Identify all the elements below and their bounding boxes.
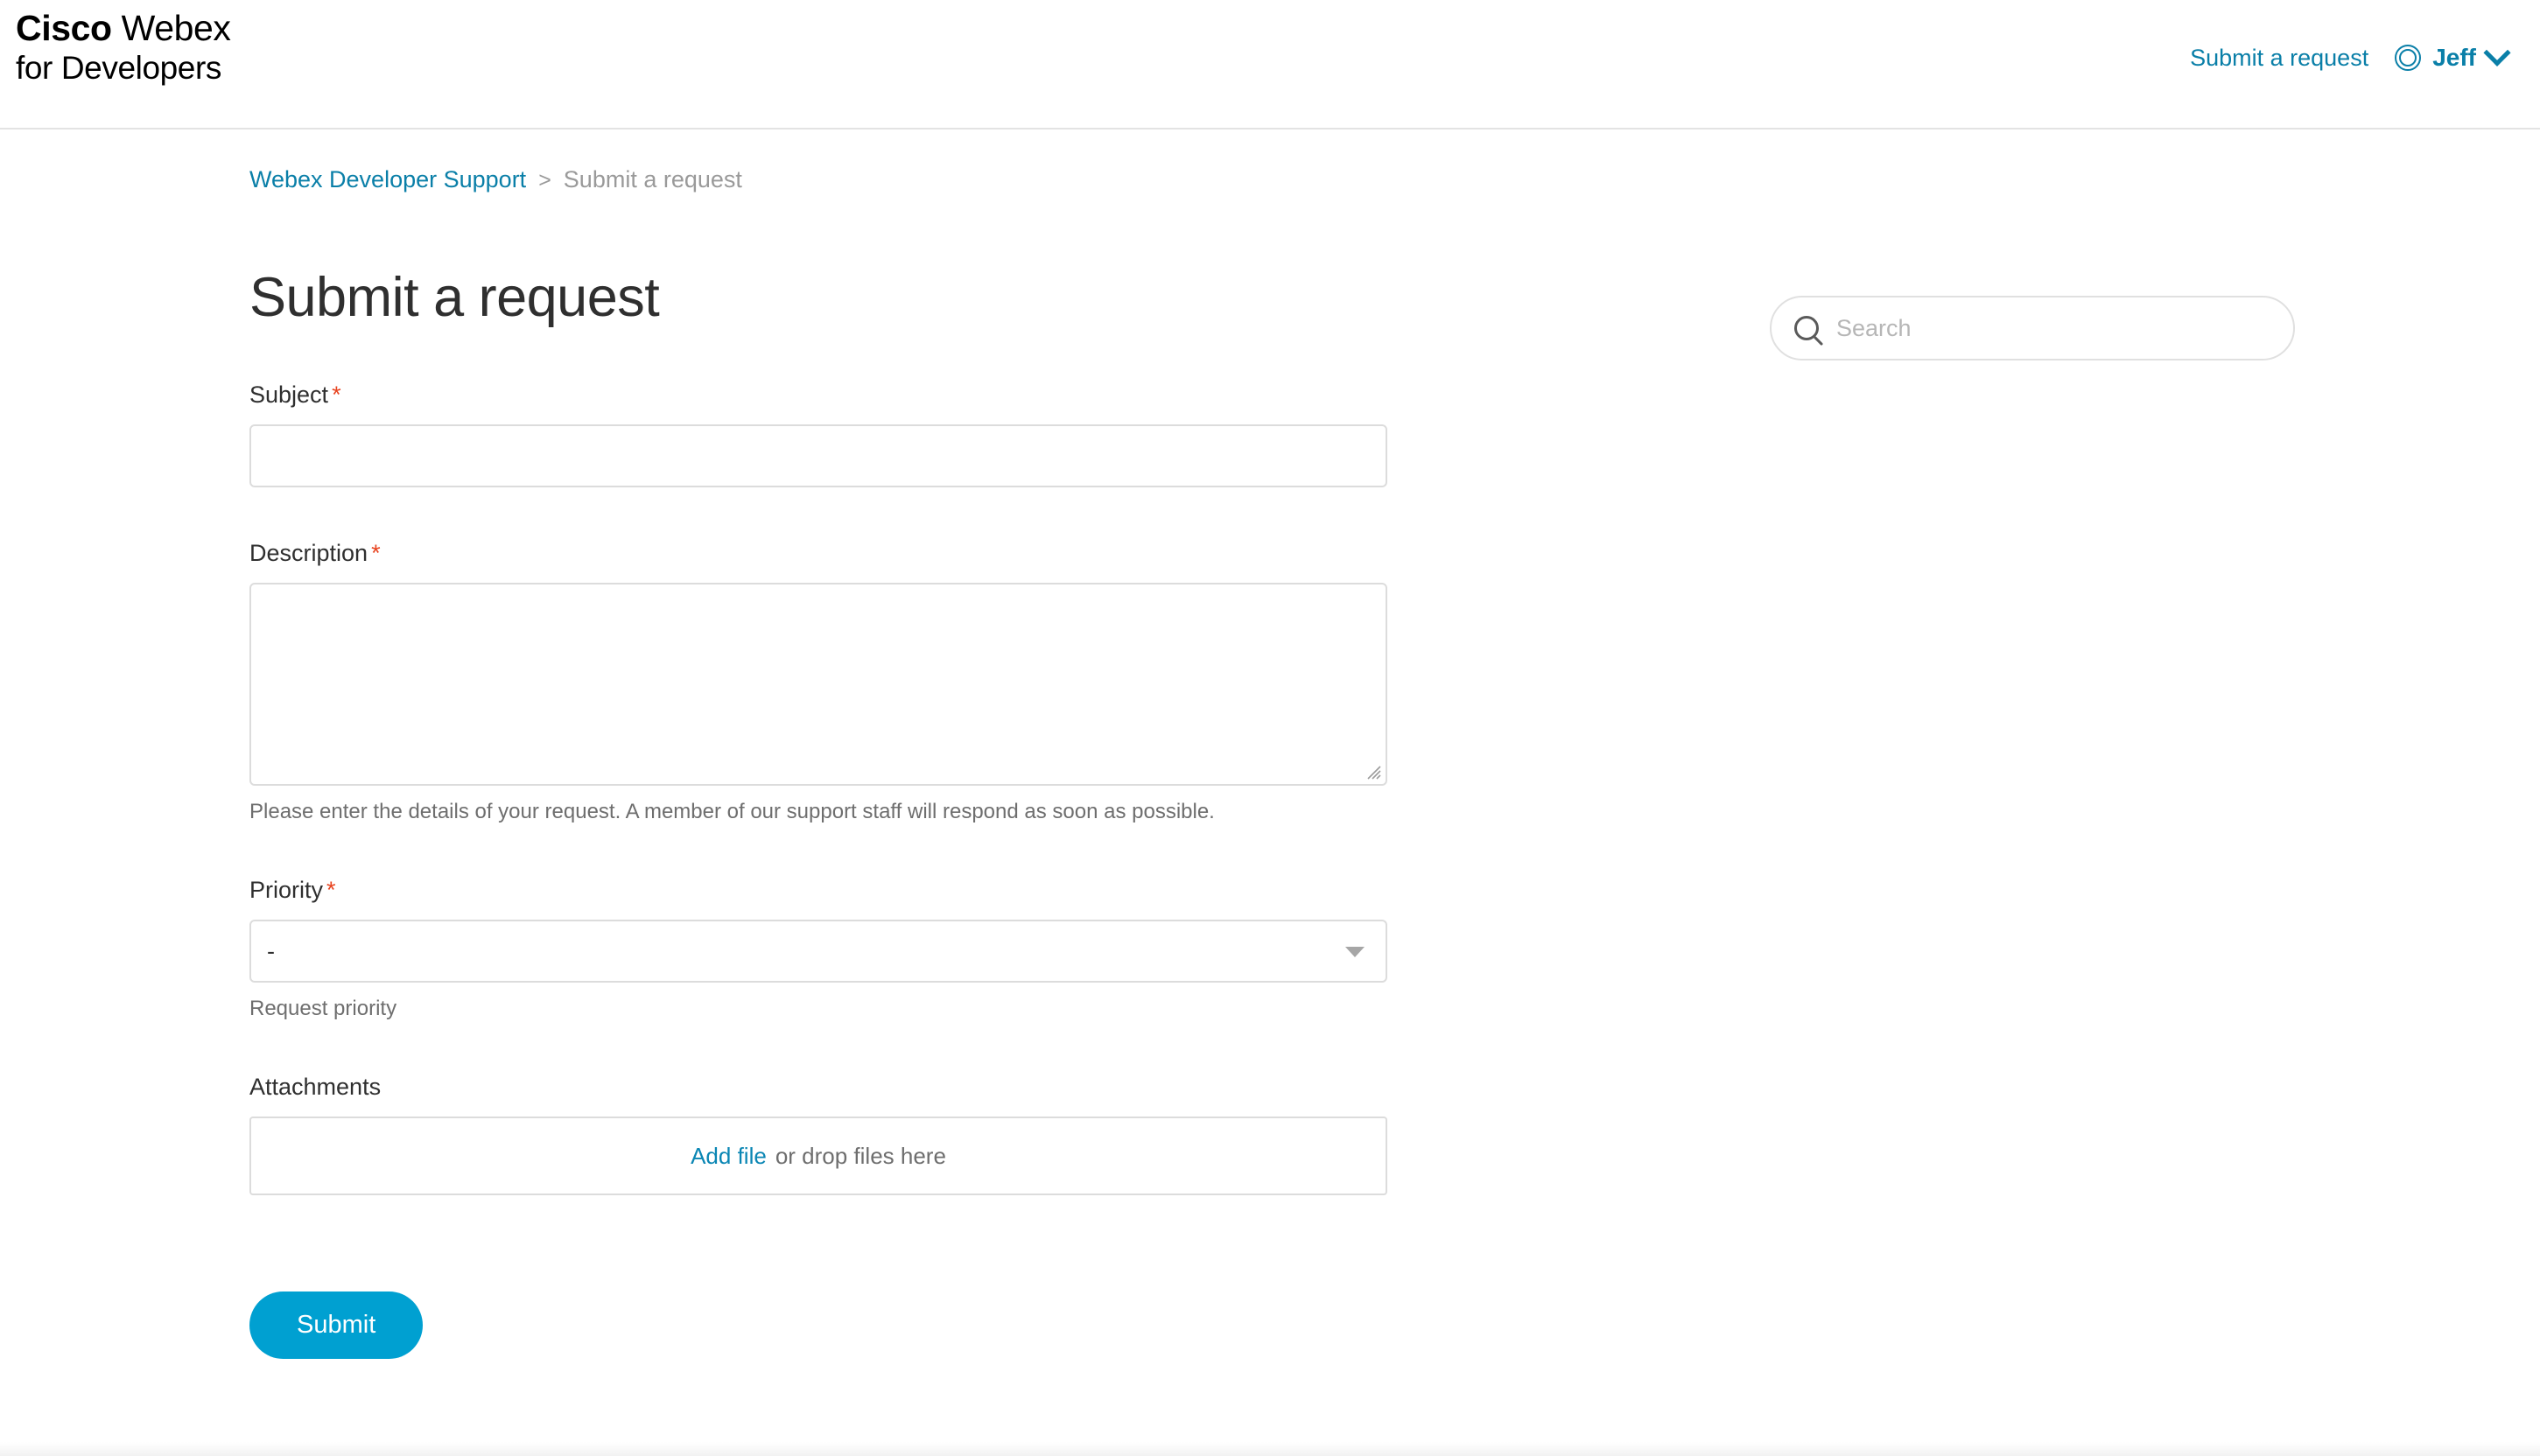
header-actions: Submit a request Jeff	[2190, 38, 2511, 72]
drop-files-text: or drop files here	[775, 1142, 946, 1169]
required-asterisk: *	[332, 382, 341, 408]
avatar-icon	[2395, 45, 2422, 71]
subject-label-text: Subject	[249, 382, 329, 408]
page-title: Submit a request	[249, 267, 660, 328]
logo-secondary: for Developers	[16, 50, 222, 87]
request-form: Submit a request Subject * Description * P…	[0, 266, 2540, 1368]
submit-row: Submit	[249, 1292, 2540, 1368]
field-subject: Subject *	[249, 382, 1387, 487]
logo[interactable]: Cisco Webex for Developers	[16, 7, 231, 88]
subject-label: Subject *	[249, 382, 1387, 409]
site-header: Cisco Webex for Developers Submit a requ…	[0, 0, 2540, 130]
breadcrumb: Webex Developer Support > Submit a request	[249, 166, 742, 193]
subnav-bar: Webex Developer Support > Submit a request	[0, 130, 2540, 360]
footer-strip	[0, 1442, 2540, 1456]
priority-label: Priority *	[249, 877, 1387, 904]
submit-button[interactable]: Submit	[249, 1292, 424, 1359]
breadcrumb-current: Submit a request	[563, 166, 742, 192]
field-description: Description * Please enter the details of…	[249, 540, 1387, 824]
field-attachments: Attachments Add file or drop files here	[249, 1074, 1387, 1195]
chevron-down-icon[interactable]	[2483, 38, 2511, 66]
field-priority: Priority * - Request priority	[249, 877, 1387, 1021]
priority-select[interactable]: -	[249, 920, 1387, 983]
logo-webex-text: Webex	[111, 8, 231, 48]
description-label: Description *	[249, 540, 1387, 567]
header-submit-request-link[interactable]: Submit a request	[2190, 45, 2368, 72]
description-wrap	[249, 583, 1387, 786]
breadcrumb-separator: >	[538, 168, 551, 192]
priority-hint: Request priority	[249, 997, 397, 1020]
description-hint: Please enter the details of your request…	[249, 800, 1215, 823]
attachments-label: Attachments	[249, 1074, 382, 1100]
priority-select-wrap: -	[249, 920, 1387, 983]
breadcrumb-parent-link[interactable]: Webex Developer Support	[249, 166, 526, 192]
logo-cisco-text: Cisco	[16, 8, 112, 48]
description-textarea[interactable]	[249, 583, 1387, 786]
description-label-text: Description	[249, 540, 368, 566]
required-asterisk: *	[371, 540, 381, 566]
priority-selected-value: -	[267, 937, 275, 964]
priority-label-text: Priority	[249, 877, 324, 903]
subject-input[interactable]	[249, 424, 1387, 487]
user-name-label: Jeff	[2432, 44, 2476, 71]
user-menu[interactable]: Jeff	[2395, 38, 2511, 72]
add-file-link[interactable]: Add file	[691, 1143, 767, 1170]
attachments-dropzone[interactable]: Add file or drop files here	[249, 1116, 1387, 1195]
logo-primary: Cisco Webex	[16, 7, 231, 49]
required-asterisk: *	[326, 877, 336, 903]
